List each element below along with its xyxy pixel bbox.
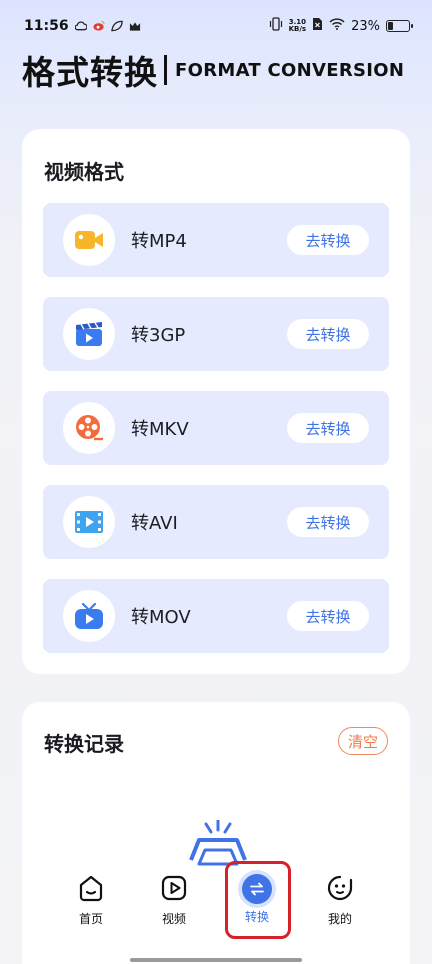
wifi-icon [329,18,345,34]
tab-profile[interactable]: 我的 [310,874,370,927]
status-time: 11:56 [24,18,69,34]
net-speed: 3.10 KB/s [289,19,306,33]
page-header: 格式转换 FORMAT CONVERSION [22,48,404,92]
tv-play-icon [63,590,115,642]
tab-label: 视频 [161,912,186,926]
profile-icon [326,874,354,906]
convert-3gp-button[interactable]: 去转换 [287,319,369,349]
format-label: 转MKV [131,419,189,440]
format-label: 转MP4 [131,231,187,252]
weibo-icon [93,20,105,32]
video-camera-icon [63,214,115,266]
leaf-icon [110,20,123,32]
format-row-mkv[interactable]: 转MKV 去转换 [43,391,389,465]
bottom-tab-bar: 首页 视频 转换 我的 [0,856,432,964]
convert-mkv-button[interactable]: 去转换 [287,413,369,443]
format-row-avi[interactable]: 转AVI 去转换 [43,485,389,559]
film-strip-icon [63,496,115,548]
highlight-box [225,861,291,939]
page-title: 格式转换 [22,53,158,92]
tab-video[interactable]: 视频 [144,874,204,927]
battery-icon [386,20,413,32]
net-speed-unit: KB/s [288,25,307,33]
tab-label: 我的 [327,912,352,926]
video-format-title: 视频格式 [44,160,124,184]
home-icon [77,874,105,906]
status-right: 3.10 KB/s 23% [269,17,413,35]
video-format-card: 视频格式 转MP4 去转换 转3GP 去转换 转MKV 去转换 转AVI 去转换… [22,129,410,674]
battery-percent: 23% [351,18,380,34]
home-indicator[interactable] [130,958,302,962]
clapperboard-icon [63,308,115,360]
title-divider [164,55,167,85]
format-label: 转MOV [131,607,191,628]
format-row-3gp[interactable]: 转3GP 去转换 [43,297,389,371]
play-icon [160,874,188,906]
convert-mov-button[interactable]: 去转换 [287,601,369,631]
record-title: 转换记录 [44,732,124,756]
convert-avi-button[interactable]: 去转换 [287,507,369,537]
status-bar: 11:56 3.10 KB/s 23% [0,0,432,52]
tab-label: 首页 [78,912,103,926]
convert-mp4-button[interactable]: 去转换 [287,225,369,255]
film-reel-icon [63,402,115,454]
format-label: 转AVI [131,513,178,534]
vibrate-icon [269,17,283,35]
battery-fill [388,22,393,30]
format-row-mp4[interactable]: 转MP4 去转换 [43,203,389,277]
tab-home[interactable]: 首页 [61,874,121,927]
crown-icon [129,20,141,32]
status-left: 11:56 [24,18,141,34]
clear-button[interactable]: 清空 [338,727,388,755]
page-subtitle: FORMAT CONVERSION [175,59,405,81]
format-label: 转3GP [131,325,186,346]
cloud-icon [74,20,87,32]
sim-icon [312,17,323,35]
format-row-mov[interactable]: 转MOV 去转换 [43,579,389,653]
